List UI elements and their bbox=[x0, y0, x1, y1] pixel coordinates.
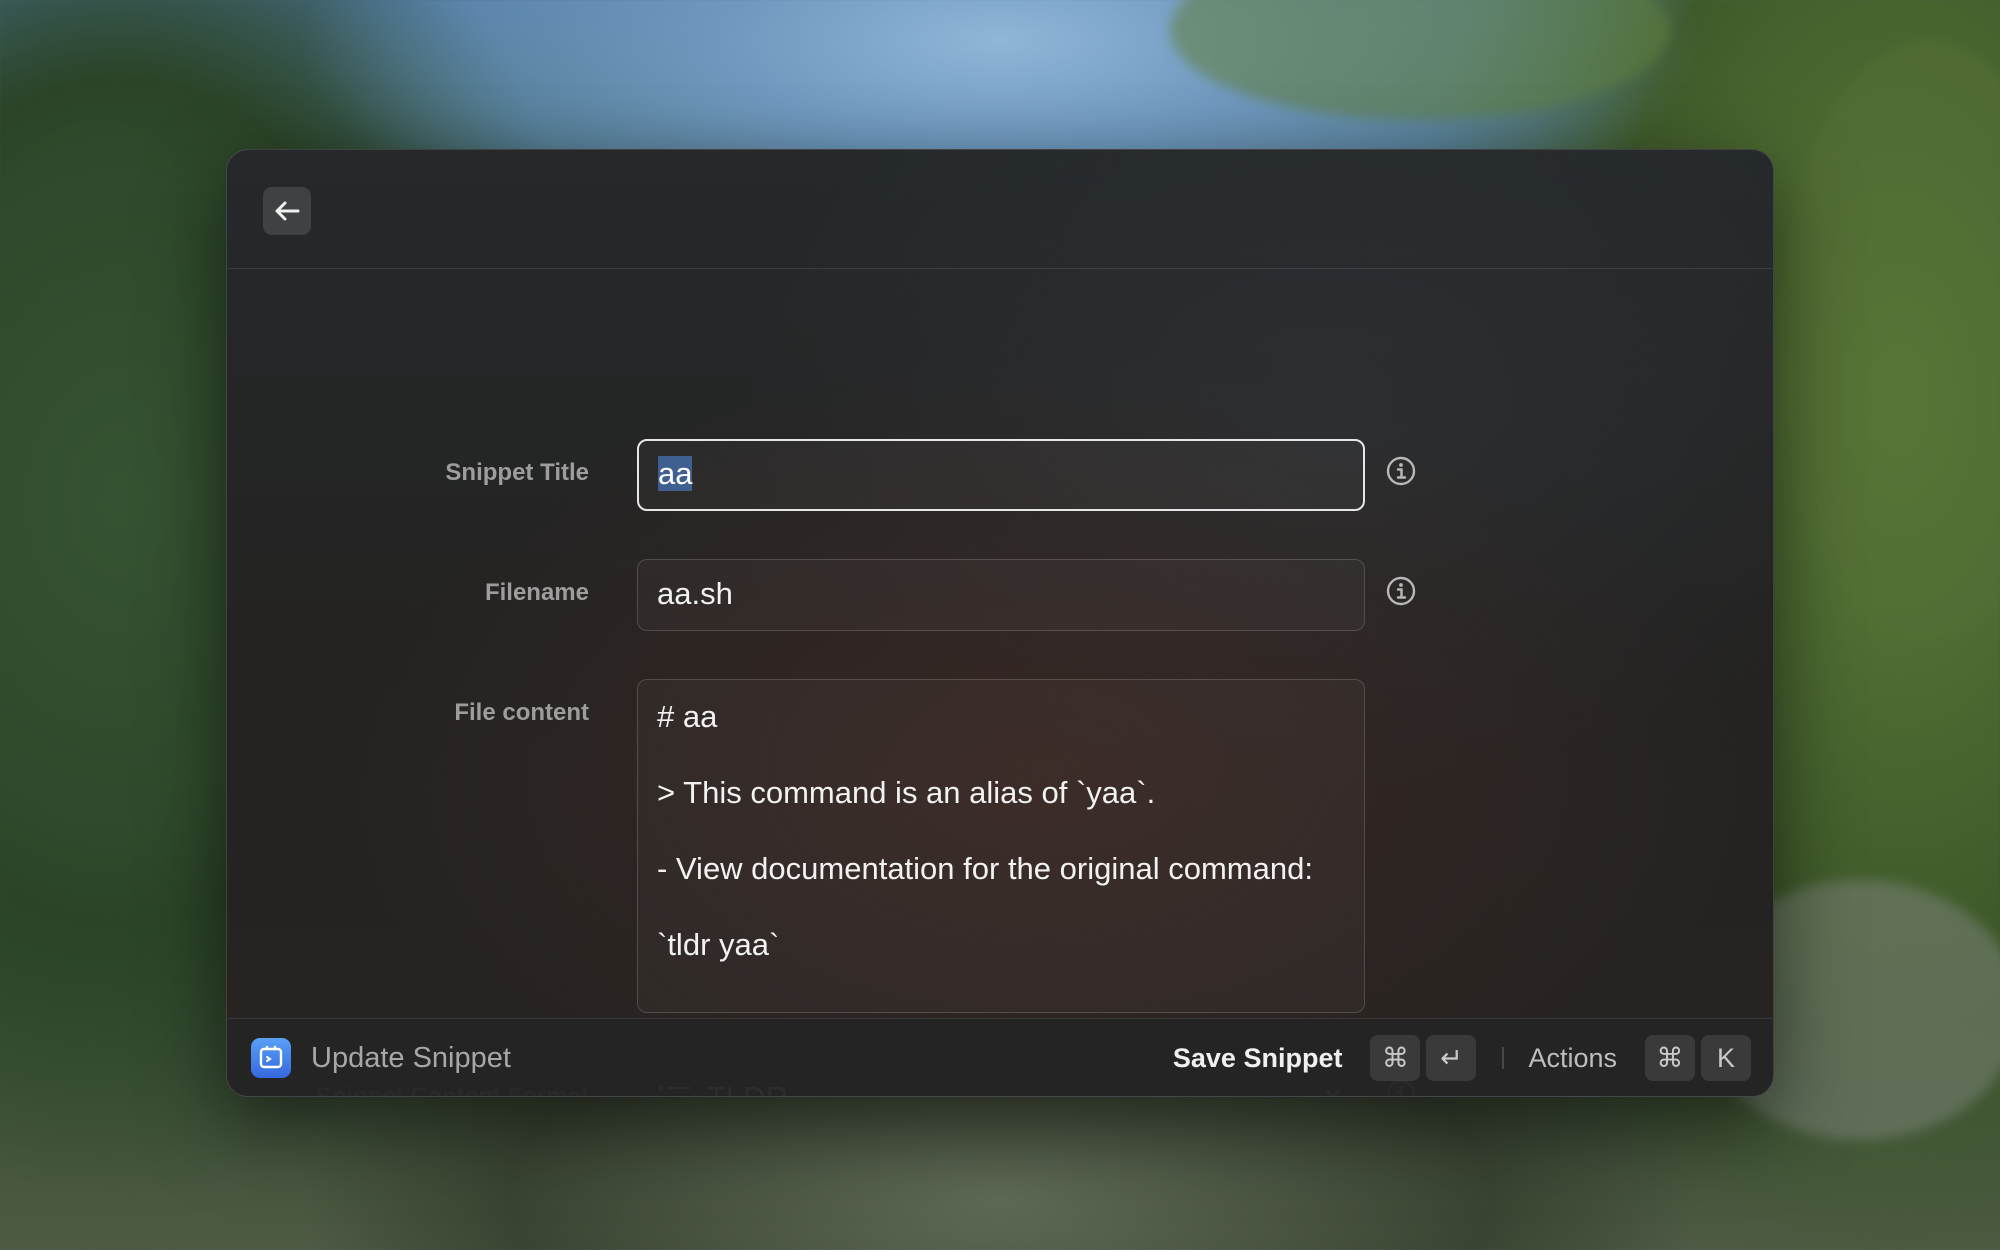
background-foliage bbox=[1170, 0, 1670, 120]
action-bar: Update Snippet Save Snippet ⌘ ↵ Actions … bbox=[227, 1018, 1773, 1096]
save-snippet-button[interactable]: Save Snippet bbox=[1173, 1043, 1343, 1074]
info-icon[interactable] bbox=[1385, 455, 1417, 487]
actions-button[interactable]: Actions bbox=[1528, 1043, 1617, 1074]
arrow-left-icon bbox=[275, 201, 300, 221]
file-content-textarea[interactable]: # aa > This command is an alias of `yaa`… bbox=[637, 679, 1365, 1013]
info-icon[interactable] bbox=[1385, 575, 1417, 607]
content-line: `tldr yaa` bbox=[657, 927, 780, 962]
background-foliage bbox=[1780, 40, 2000, 640]
command-key: ⌘ bbox=[1645, 1035, 1695, 1081]
snippet-editor-window: Snippet Title aa Filename aa.sh File con… bbox=[226, 149, 1774, 1097]
k-key: K bbox=[1701, 1035, 1751, 1081]
footer-title: Update Snippet bbox=[311, 1042, 511, 1074]
snippet-icon bbox=[259, 1045, 283, 1069]
filename-label: Filename bbox=[484, 579, 589, 606]
window-header bbox=[227, 150, 1773, 269]
content-line: # aa bbox=[657, 699, 718, 734]
content-line: - View documentation for the original co… bbox=[657, 851, 1313, 886]
content-line: > This command is an alias of `yaa`. bbox=[657, 775, 1156, 810]
back-button[interactable] bbox=[263, 187, 311, 235]
footer-actions: Save Snippet ⌘ ↵ Actions ⌘ K bbox=[1173, 1019, 1751, 1096]
filename-input[interactable]: aa.sh bbox=[637, 559, 1365, 631]
return-key: ↵ bbox=[1426, 1035, 1477, 1081]
snippet-title-label: Snippet Title bbox=[445, 459, 589, 486]
divider bbox=[1502, 1047, 1505, 1069]
selected-text: aa bbox=[658, 456, 693, 491]
filename-value: aa.sh bbox=[657, 576, 733, 611]
command-key: ⌘ bbox=[1370, 1035, 1421, 1081]
snippet-title-input[interactable]: aa bbox=[637, 439, 1365, 511]
file-content-label: File content bbox=[454, 699, 589, 726]
snippet-app-icon bbox=[251, 1038, 291, 1078]
